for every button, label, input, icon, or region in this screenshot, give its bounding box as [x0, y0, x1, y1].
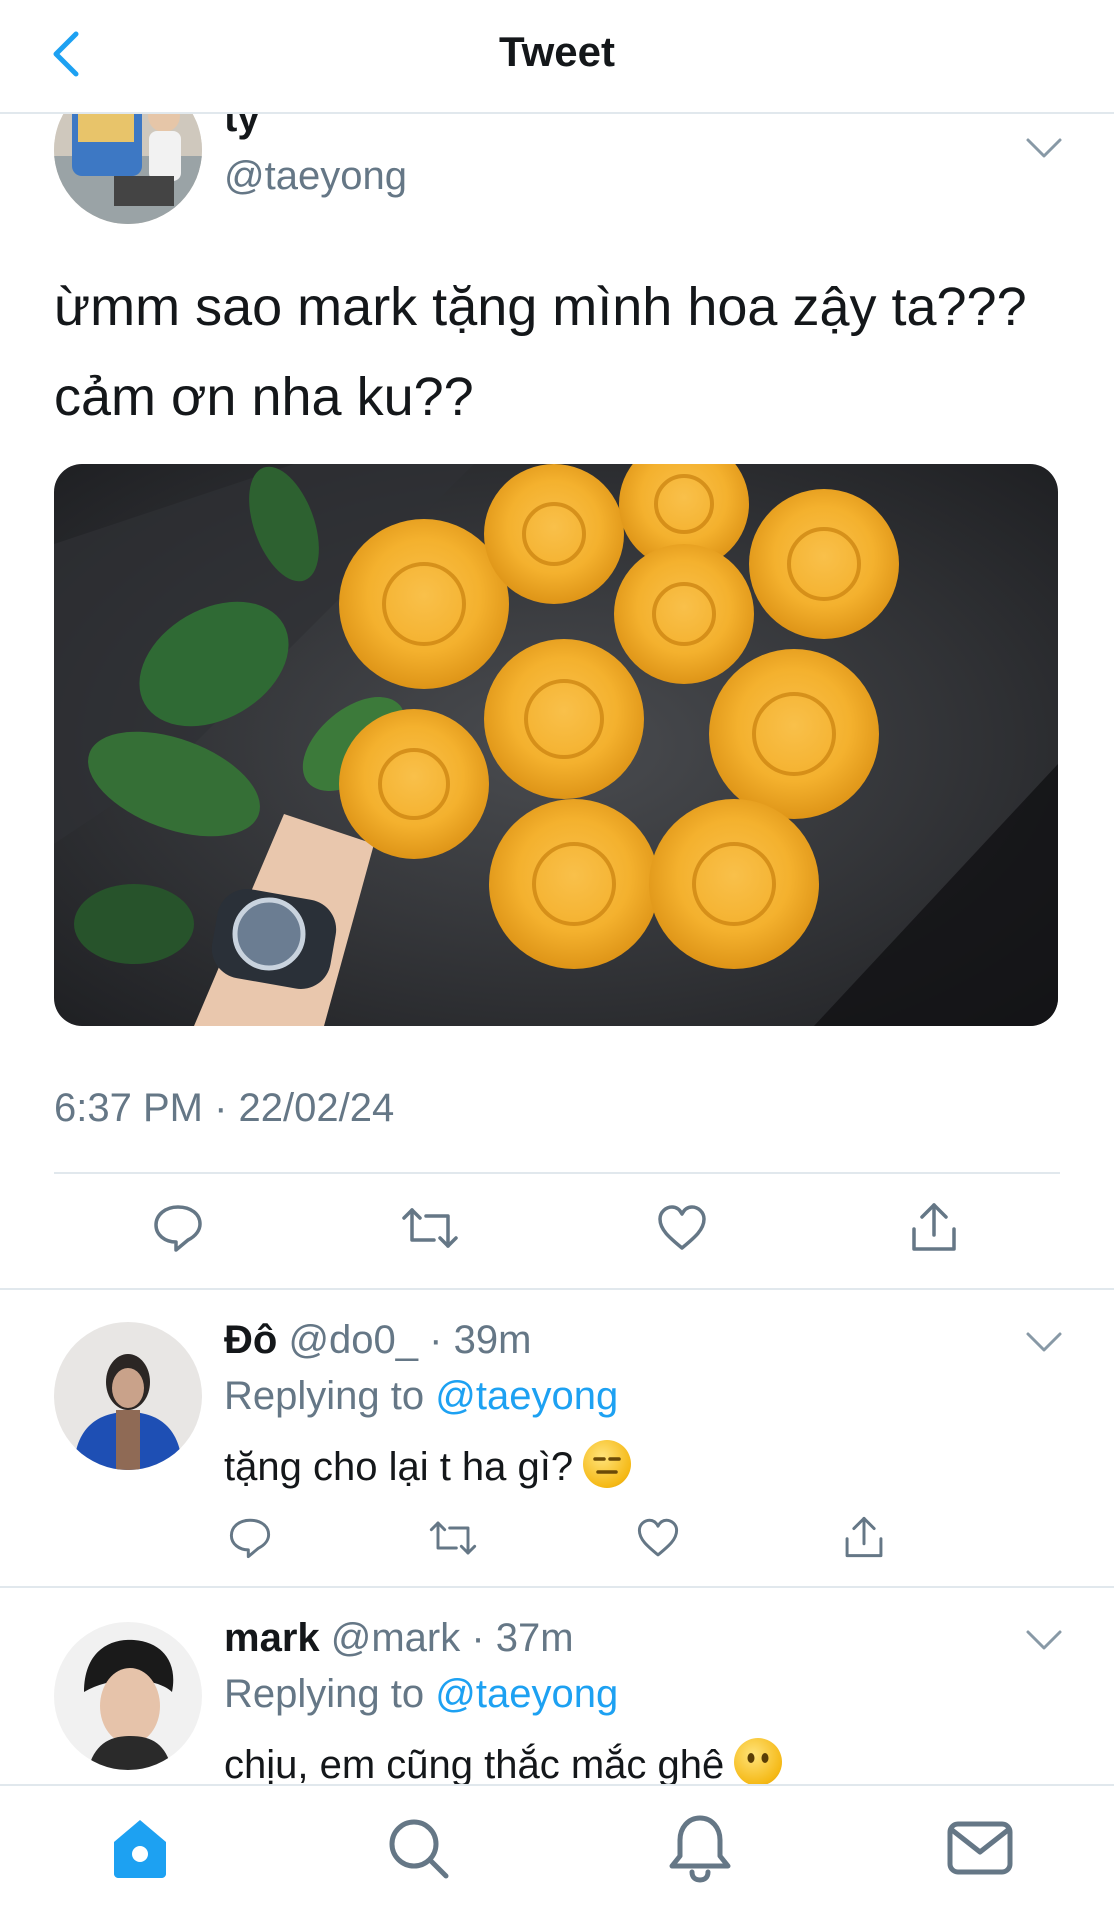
replying-to-label: Replying to: [224, 1374, 425, 1418]
tweet-image[interactable]: [54, 464, 1058, 1026]
reply-header: mark @mark · 37m: [224, 1616, 574, 1661]
messages-icon[interactable]: [940, 1808, 1020, 1888]
replying-to-label: Replying to: [224, 1672, 425, 1716]
reply-author-name[interactable]: mark: [224, 1616, 320, 1660]
notifications-icon[interactable]: [660, 1808, 740, 1888]
reply-avatar[interactable]: [54, 1622, 202, 1770]
share-icon[interactable]: [908, 1200, 960, 1254]
reply-icon[interactable]: [152, 1202, 204, 1254]
reply-time: · 37m: [471, 1616, 574, 1660]
tweet-timestamp: 6:37 PM · 22/02/24: [54, 1086, 395, 1130]
chevron-down-icon[interactable]: [1024, 1628, 1064, 1652]
share-icon[interactable]: [842, 1514, 886, 1560]
retweet-icon[interactable]: [428, 1516, 478, 1560]
reply-author-name[interactable]: Đô: [224, 1318, 277, 1362]
chevron-down-icon[interactable]: [1024, 136, 1064, 160]
tweet-text: ừmm sao mark tặng mình hoa zậy ta??? cảm…: [54, 277, 1027, 427]
home-icon[interactable]: [100, 1808, 180, 1888]
reply-text: tặng cho lại t ha gì?: [224, 1445, 574, 1489]
reply-time: · 39m: [429, 1318, 532, 1362]
reply-author-handle[interactable]: @do0_: [288, 1318, 418, 1362]
like-heart-icon[interactable]: [656, 1202, 708, 1254]
reply-avatar[interactable]: [54, 1322, 202, 1470]
divider: [0, 1586, 1114, 1588]
reply-text: chịu, em cũng thắc mắc ghê: [224, 1743, 725, 1787]
bottom-tab-bar: [0, 1784, 1114, 1922]
reply-icon[interactable]: [228, 1516, 272, 1560]
reply-text-line: tặng cho lại t ha gì?: [224, 1440, 632, 1490]
expressionless-face-emoji: [583, 1440, 632, 1488]
replying-to-line: Replying to @taeyong: [224, 1374, 618, 1419]
reply-header: Đô @do0_ · 39m: [224, 1318, 531, 1363]
divider: [0, 1288, 1114, 1290]
header-bar: Tweet: [0, 0, 1114, 114]
replying-to-mention[interactable]: @taeyong: [435, 1374, 618, 1418]
face-without-mouth-emoji: [734, 1738, 783, 1786]
reply-author-handle[interactable]: @mark: [331, 1616, 461, 1660]
search-icon[interactable]: [378, 1808, 458, 1888]
page-title: Tweet: [499, 28, 615, 75]
chevron-down-icon[interactable]: [1024, 1330, 1064, 1354]
replying-to-mention[interactable]: @taeyong: [435, 1672, 618, 1716]
replying-to-line: Replying to @taeyong: [224, 1672, 618, 1717]
retweet-icon[interactable]: [400, 1202, 460, 1254]
reply-text-line: chịu, em cũng thắc mắc ghê: [224, 1738, 783, 1788]
author-handle[interactable]: @taeyong: [224, 154, 407, 199]
like-heart-icon[interactable]: [636, 1516, 680, 1560]
divider: [54, 1172, 1060, 1174]
